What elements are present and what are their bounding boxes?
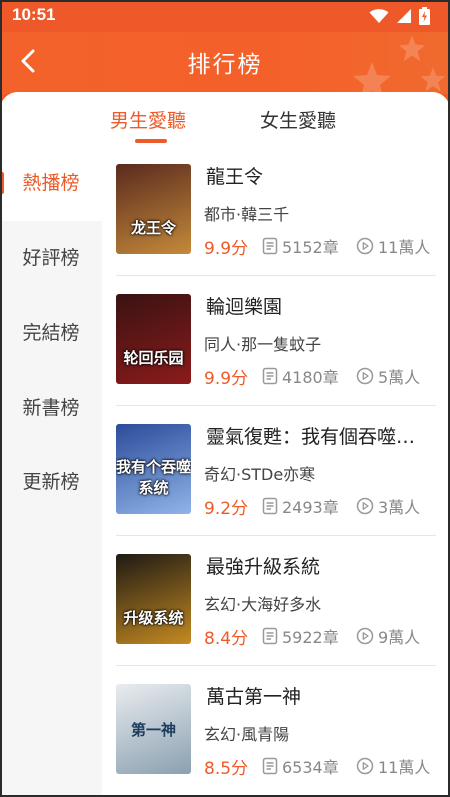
- wifi-icon: [369, 9, 389, 23]
- ranking-sidebar: 熱播榜 好評榜 完結榜 新書榜 更新榜: [0, 146, 102, 797]
- listener-count-text: 3萬人: [378, 498, 421, 517]
- sidebar-item-label: 新書榜: [22, 397, 80, 419]
- chapter-count: 4180章: [262, 364, 339, 388]
- chapter-count-text: 4180章: [282, 368, 339, 387]
- play-circle-icon: [356, 237, 374, 255]
- book-genre-author: 奇幻·STDe亦寒: [204, 465, 316, 484]
- document-icon: [262, 757, 278, 775]
- listener-count-text: 11萬人: [378, 758, 431, 777]
- sidebar-item-top-rated[interactable]: 好評榜: [0, 221, 102, 296]
- book-title[interactable]: 輪迴樂園: [206, 292, 436, 319]
- chapter-count: 2493章: [262, 494, 339, 518]
- book-genre-author: 同人·那一隻蚊子: [204, 335, 322, 354]
- listener-count-text: 9萬人: [378, 628, 421, 647]
- play-circle-icon: [356, 367, 374, 385]
- document-icon: [262, 497, 278, 515]
- content-sheet: 男生愛聽 女生愛聽 熱播榜 好評榜 完結榜 新書榜 更新榜 龙王令 龍王令 都市…: [0, 92, 450, 797]
- book-stats: 9.9分 5152章 11萬人: [204, 234, 444, 259]
- sidebar-item-completed[interactable]: 完結榜: [0, 296, 102, 371]
- cover-title: 升级系统: [123, 609, 184, 627]
- listener-count: 11萬人: [356, 234, 430, 258]
- book-row[interactable]: 第一神 萬古第一神 玄幻·風青陽 8.5分 6534章 11萬人: [102, 666, 450, 796]
- app-header: 排行榜: [0, 32, 450, 94]
- chapter-count: 5152章: [262, 234, 339, 258]
- page-title: 排行榜: [187, 52, 263, 78]
- book-score: 9.9分: [204, 369, 249, 389]
- document-icon: [262, 237, 278, 255]
- cover-title: 第一神: [130, 721, 176, 739]
- book-score: 8.4分: [204, 629, 249, 649]
- cover-title: 龙王令: [130, 219, 176, 237]
- book-cover[interactable]: 升级系统: [116, 554, 191, 644]
- sidebar-item-new[interactable]: 新書榜: [0, 371, 102, 446]
- chapter-count-text: 2493章: [282, 498, 339, 517]
- book-row[interactable]: 升级系统 最強升級系統 玄幻·大海好多水 8.4分 5922章 9萬人: [102, 536, 450, 666]
- chapter-count: 6534章: [262, 754, 339, 778]
- sidebar-item-label: 更新榜: [22, 471, 80, 493]
- document-icon: [262, 627, 278, 645]
- sidebar-item-label: 完結榜: [22, 322, 80, 344]
- status-bar: 10:51: [0, 0, 450, 32]
- active-tab-indicator: [135, 139, 167, 143]
- gender-tabs: 男生愛聽 女生愛聽: [0, 92, 450, 146]
- play-circle-icon: [356, 497, 374, 515]
- chapter-count-text: 6534章: [282, 758, 339, 777]
- book-list: 龙王令 龍王令 都市·韓三千 9.9分 5152章 11萬人 轮回乐园 輪迴樂園…: [102, 146, 450, 797]
- book-row[interactable]: 我有个吞噬系统 靈氣復甦：我有個吞噬… 奇幻·STDe亦寒 9.2分 2493章…: [102, 406, 450, 536]
- book-genre-author: 玄幻·大海好多水: [204, 595, 322, 614]
- book-title[interactable]: 靈氣復甦：我有個吞噬…: [206, 422, 436, 449]
- listener-count: 5萬人: [356, 364, 420, 388]
- sidebar-item-hot[interactable]: 熱播榜: [0, 146, 102, 221]
- book-score: 9.2分: [204, 499, 249, 519]
- sidebar-item-label: 好評榜: [22, 247, 80, 269]
- cover-title: 轮回乐园: [123, 349, 184, 367]
- book-stats: 9.2分 2493章 3萬人: [204, 494, 444, 519]
- listener-count-text: 11萬人: [378, 238, 431, 257]
- book-cover[interactable]: 龙王令: [116, 164, 191, 254]
- play-circle-icon: [356, 627, 374, 645]
- listener-count: 11萬人: [356, 754, 430, 778]
- chapter-count-text: 5152章: [282, 238, 339, 257]
- listener-count-text: 5萬人: [378, 368, 421, 387]
- book-cover[interactable]: 我有个吞噬系统: [116, 424, 191, 514]
- book-score: 8.5分: [204, 759, 249, 779]
- book-cover[interactable]: 轮回乐园: [116, 294, 191, 384]
- book-genre-author: 玄幻·風青陽: [204, 725, 290, 744]
- listener-count: 9萬人: [356, 624, 420, 648]
- active-marker: [0, 172, 4, 194]
- book-cover[interactable]: 第一神: [116, 684, 191, 774]
- sidebar-item-updated[interactable]: 更新榜: [0, 445, 102, 520]
- book-title[interactable]: 最強升級系統: [206, 552, 436, 579]
- status-time: 10:51: [12, 5, 56, 24]
- book-title[interactable]: 萬古第一神: [206, 682, 436, 709]
- chapter-count: 5922章: [262, 624, 339, 648]
- tab-male-favorites[interactable]: 男生愛聽: [110, 106, 186, 133]
- battery-icon: [419, 7, 430, 25]
- book-genre-author: 都市·韓三千: [204, 205, 290, 224]
- status-icons: [369, 7, 430, 25]
- book-row[interactable]: 轮回乐园 輪迴樂園 同人·那一隻蚊子 9.9分 4180章 5萬人: [102, 276, 450, 406]
- book-score: 9.9分: [204, 239, 249, 259]
- book-stats: 9.9分 4180章 5萬人: [204, 364, 444, 389]
- signal-icon: [397, 9, 411, 23]
- cover-title: 我有个吞噬系统: [116, 458, 191, 497]
- chapter-count-text: 5922章: [282, 628, 339, 647]
- document-icon: [262, 367, 278, 385]
- book-stats: 8.5分 6534章 11萬人: [204, 754, 444, 779]
- book-title[interactable]: 龍王令: [206, 162, 436, 189]
- book-row[interactable]: 龙王令 龍王令 都市·韓三千 9.9分 5152章 11萬人: [102, 146, 450, 276]
- sidebar-item-label: 熱播榜: [22, 172, 80, 194]
- tab-female-favorites[interactable]: 女生愛聽: [260, 106, 336, 133]
- listener-count: 3萬人: [356, 494, 420, 518]
- book-stats: 8.4分 5922章 9萬人: [204, 624, 444, 649]
- play-circle-icon: [356, 757, 374, 775]
